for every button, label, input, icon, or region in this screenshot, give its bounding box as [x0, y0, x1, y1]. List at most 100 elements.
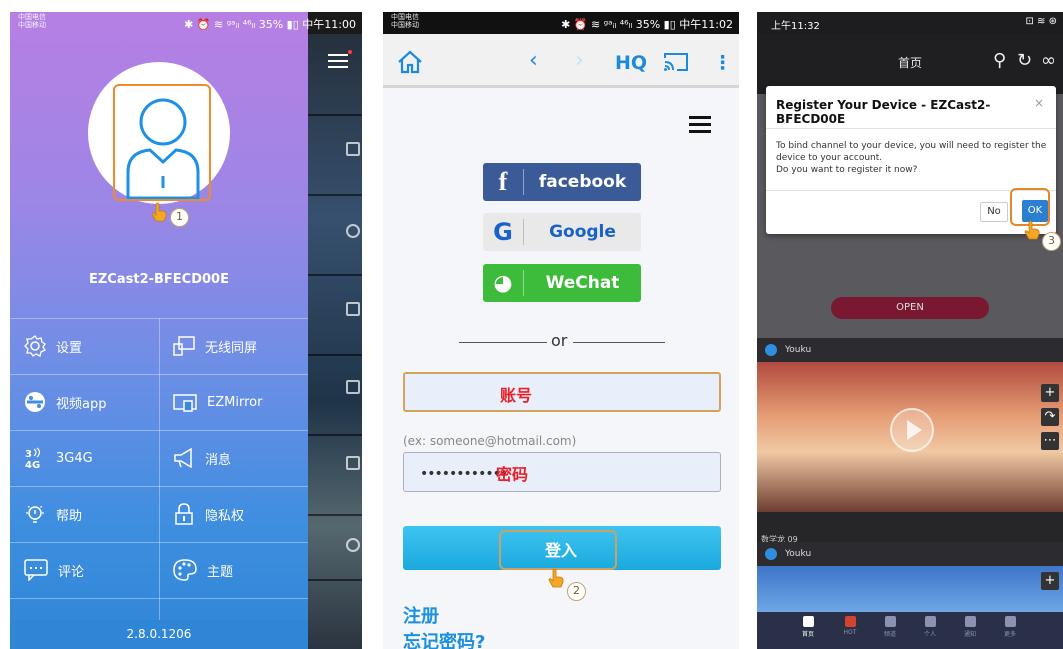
ezmirror-icon — [173, 394, 197, 412]
menu-item-messages[interactable]: 消息 — [159, 430, 308, 486]
menu-item-privacy[interactable]: 隐私权 — [159, 486, 308, 542]
register-link[interactable]: 注册 — [403, 602, 439, 628]
register-device-screen: 上午11:32 ⊡ ≋ ⊛ 首页 ⚲ ↻ ∞ OPEN Register You… — [757, 12, 1063, 649]
back-button[interactable]: ‹ — [529, 50, 538, 72]
google-login-button[interactable]: G Google — [483, 213, 641, 251]
tab-more[interactable]: 更多 — [995, 616, 1025, 638]
youku-logo-icon — [765, 548, 777, 560]
tab-hot[interactable]: HOT — [835, 616, 865, 636]
play-icon[interactable] — [889, 407, 935, 453]
menu-item-label: 消息 — [205, 452, 232, 468]
menu-item-label: 帮助 — [56, 508, 83, 524]
menu-item-settings[interactable]: 设置 — [10, 318, 159, 374]
close-icon[interactable]: × — [1034, 96, 1044, 110]
youku-logo-icon — [765, 344, 777, 356]
menu-item-label: 3G4G — [56, 450, 93, 466]
menu-item-screen-mirror[interactable]: 无线同屏 — [159, 318, 308, 374]
carrier-text: 中国电信 中国移动 — [18, 13, 46, 29]
menu-item-theme[interactable]: 主题 — [159, 542, 308, 598]
step-marker-1: 1 — [170, 208, 189, 227]
open-button[interactable]: OPEN — [831, 297, 989, 319]
facebook-label: facebook — [538, 172, 627, 192]
video-thumbnail[interactable] — [757, 566, 1063, 612]
menu-item-ezmirror[interactable]: EZMirror — [159, 374, 308, 430]
add-button[interactable]: + — [1041, 384, 1059, 402]
status-bar: 中国电信 中国移动 ✱ ⏰ ≋ ᵍᵃᵢₗ ⁴⁶ₗₗ 35% ▮▯ 中午11:02 — [383, 12, 739, 34]
signal-3g4g-icon: 34G — [25, 447, 40, 469]
share-button[interactable]: ↷ — [1041, 408, 1059, 426]
hand-cursor-icon — [1024, 220, 1040, 240]
document-icon — [346, 302, 360, 316]
tab-personal[interactable]: 个人 — [915, 616, 945, 638]
more-icon — [1004, 616, 1016, 627]
status-indicators: ✱ ⏰ ≋ ᵍᵃᵢₗ ⁴⁶ₗₗ 35% ▮▯ 中午11:02 — [561, 18, 733, 31]
wechat-login-button[interactable]: ◕ WeChat — [483, 264, 641, 302]
or-divider-text: or — [551, 331, 568, 350]
tab-notifications[interactable]: 通知 — [955, 616, 985, 638]
bulb-icon — [26, 505, 44, 523]
source-bar: Youku — [757, 338, 1063, 362]
menu-item-label: 主题 — [207, 564, 234, 580]
image-icon — [346, 380, 360, 394]
gear-icon — [24, 335, 46, 357]
comment-icon — [24, 559, 48, 581]
password-input[interactable]: •••••••••••• 密码 — [403, 452, 721, 492]
cast-icon[interactable] — [663, 52, 689, 72]
login-screen: 中国电信 中国移动 ✱ ⏰ ≋ ᵍᵃᵢₗ ⁴⁶ₗₗ 35% ▮▯ 中午11:02… — [383, 12, 739, 649]
forgot-password-link[interactable]: 忘记密码? — [403, 628, 485, 649]
status-indicators: ✱ ⏰ ≋ ᵍᵃᵢₗ ⁴⁶ₗₗ 35% ▮▯ 中午11:00 — [184, 18, 356, 31]
camera-icon — [346, 456, 360, 470]
facebook-icon: f — [498, 167, 508, 196]
more-button[interactable]: ⋯ — [1041, 432, 1059, 450]
tab-channels[interactable]: 频道 — [875, 616, 905, 638]
globe-icon — [346, 538, 360, 552]
facebook-login-button[interactable]: f facebook — [483, 163, 641, 201]
step-marker-2: 2 — [567, 582, 586, 601]
status-bar: 中国电信 中国移动 ✱ ⏰ ≋ ᵍᵃᵢₗ ⁴⁶ₗₗ 35% ▮▯ 中午11:00 — [10, 12, 362, 34]
search-icon[interactable]: ⚲ — [993, 50, 1006, 71]
hamburger-menu-button[interactable] — [328, 50, 352, 68]
menu-item-help[interactable]: 帮助 — [10, 486, 159, 542]
account-input[interactable]: 账号 — [403, 372, 721, 412]
menu-item-video-app[interactable]: 视频app — [10, 374, 159, 430]
status-indicators: ⊡ ≋ ⊛ — [1025, 16, 1058, 27]
login-highlight — [499, 530, 617, 570]
tab-home[interactable]: 首页 — [793, 616, 823, 638]
refresh-icon[interactable]: ↻ — [1017, 50, 1032, 71]
menu-item-label: 无线同屏 — [205, 340, 258, 356]
menu-item-label: 隐私权 — [205, 508, 245, 524]
no-button[interactable]: No — [980, 202, 1008, 222]
step-marker-3: 3 — [1042, 232, 1061, 251]
menu-item-3g4g[interactable]: 3 4G 3G4G — [10, 430, 159, 486]
forward-button[interactable]: › — [575, 50, 584, 72]
carrier-text: 中国电信 中国移动 — [391, 13, 419, 29]
page-menu-button[interactable] — [689, 116, 711, 134]
source-bar: Youku — [757, 542, 1063, 566]
divider-right — [573, 342, 665, 343]
menu-item-label: 设置 — [56, 340, 83, 356]
divider-left — [459, 342, 547, 343]
quality-hq-button[interactable]: HQ — [615, 52, 647, 74]
source-label: Youku — [785, 549, 812, 559]
status-bar: 上午11:32 ⊡ ≋ ⊛ — [757, 12, 1063, 34]
avatar-highlight — [113, 84, 211, 201]
megaphone-icon — [174, 448, 192, 468]
palette-icon — [173, 559, 197, 581]
home-icon[interactable] — [397, 50, 423, 74]
app-version: 2.8.0.1206 — [10, 620, 308, 649]
background-content-strip — [308, 34, 362, 649]
dialog-message: To bind channel to your device, you will… — [776, 141, 1047, 175]
lock-icon — [175, 503, 193, 525]
menu-item-comments[interactable]: 评论 — [10, 542, 159, 598]
home-icon — [802, 616, 814, 627]
add-button[interactable]: + — [1041, 572, 1059, 590]
wechat-label: WeChat — [545, 273, 620, 293]
more-options-button[interactable]: ⋮ — [713, 52, 732, 74]
google-icon: G — [493, 218, 513, 246]
music-icon — [346, 224, 360, 238]
email-hint: (ex: someone@hotmail.com) — [403, 434, 577, 448]
hand-cursor-icon — [548, 568, 564, 588]
ezcast-menu-screen: 中国电信 中国移动 ✱ ⏰ ≋ ᵍᵃᵢₗ ⁴⁶ₗₗ 35% ▮▯ 中午11:00… — [10, 12, 362, 649]
bottom-tab-bar: 首页 HOT 频道 个人 通知 更多 — [757, 612, 1063, 649]
link-icon[interactable]: ∞ — [1041, 50, 1056, 71]
